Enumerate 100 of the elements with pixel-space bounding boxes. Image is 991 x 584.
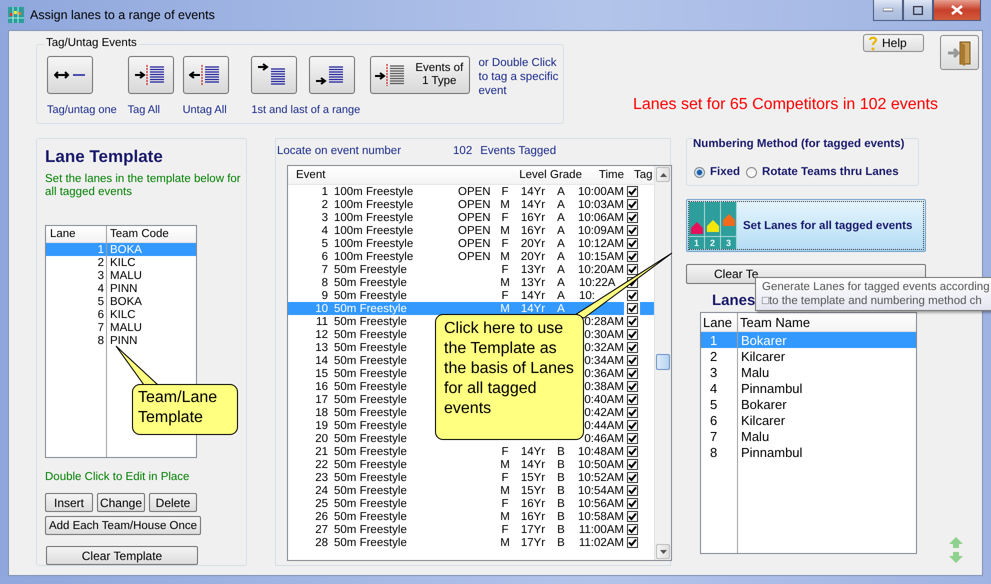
template-row[interactable]: 7 MALU [46, 321, 196, 334]
tag-tool-button[interactable]: Events of 1 Type [370, 56, 470, 94]
lane-number: 1 [689, 236, 704, 249]
group-title: Numbering Method (for tagged events) [693, 138, 904, 150]
tool-caption: Untag All [182, 104, 227, 116]
event-row[interactable]: 5 100m Freestyle OPEN F 20Yr A 10:12AM [288, 237, 655, 250]
template-button[interactable]: Insert [45, 493, 93, 512]
tag-checkbox[interactable] [626, 368, 638, 379]
template-row[interactable]: 6 KILC [46, 308, 196, 321]
tag-checkbox[interactable] [626, 186, 638, 197]
tag-checkbox[interactable] [626, 316, 638, 327]
lane-row[interactable]: 5 Bokarer [701, 396, 916, 412]
scroll-thumb[interactable] [656, 354, 670, 370]
event-row[interactable]: 23 50m Freestyle F 15Yr B 10:52AM [288, 471, 655, 484]
tag-checkbox[interactable] [626, 459, 638, 470]
maximize-icon [913, 6, 923, 14]
close-button[interactable] [933, 0, 981, 21]
template-row[interactable]: 2 KILC [46, 256, 196, 269]
tag-checkbox[interactable] [626, 381, 638, 392]
tag-checkbox[interactable] [626, 407, 638, 418]
tag-checkbox[interactable] [626, 251, 638, 262]
event-row[interactable]: 6 100m Freestyle OPEN M 20Yr A 10:15AM [288, 250, 655, 263]
help-button[interactable]: Help [863, 34, 924, 52]
house-icon [722, 214, 734, 226]
clear-template-button[interactable]: Clear Template [46, 546, 198, 565]
tag-checkbox[interactable] [626, 290, 638, 301]
lane-row[interactable]: 8 Pinnambul [701, 444, 916, 460]
template-button[interactable]: Delete [149, 493, 197, 512]
event-row[interactable]: 22 50m Freestyle M 14Yr B 10:50AM [288, 458, 655, 471]
tag-checkbox[interactable] [626, 199, 638, 210]
tag-checkbox[interactable] [626, 446, 638, 457]
template-row[interactable]: 8 PINN [46, 334, 196, 347]
scrollbar[interactable] [654, 166, 671, 560]
tag-tool-button[interactable] [309, 56, 356, 94]
column-header: Level [518, 169, 548, 181]
event-row[interactable]: 1 100m Freestyle OPEN F 14Yr A 10:00AM [288, 185, 655, 198]
locate-label: Locate on event number [277, 145, 402, 159]
tagged-count: 102 [453, 145, 472, 159]
exit-door-icon [946, 40, 974, 66]
event-row[interactable]: 27 50m Freestyle F 17Yr B 11:00AM [288, 523, 655, 536]
tag-tool-button[interactable] [251, 56, 298, 94]
tag-checkbox[interactable] [626, 212, 638, 223]
tag-checkbox[interactable] [626, 225, 638, 236]
radio-icon[interactable] [746, 166, 758, 178]
template-row[interactable]: 3 MALU [46, 269, 196, 282]
lane-row[interactable]: 3 Malu [701, 364, 916, 380]
tag-checkbox[interactable] [626, 511, 638, 522]
tag-checkbox[interactable] [626, 329, 638, 340]
template-instructions: Set the lanes in the template below for all tagged events [45, 173, 242, 199]
lane-row[interactable]: 2 Kilcarer [701, 348, 916, 364]
radio-icon[interactable] [694, 166, 705, 178]
numbering-option[interactable]: Rotate Teams thru Lanes [746, 159, 899, 185]
tag-tool-button[interactable] [128, 56, 174, 94]
event-row[interactable]: 28 50m Freestyle M 17Yr B 11:02AM [288, 536, 655, 549]
tag-checkbox[interactable] [626, 537, 638, 548]
lane-row[interactable]: 4 Pinnambul [701, 380, 916, 396]
tag-checkbox[interactable] [626, 238, 638, 249]
tag-checkbox[interactable] [626, 524, 638, 535]
tag-checkbox[interactable] [626, 420, 638, 431]
event-row[interactable]: 2 100m Freestyle OPEN M 14Yr A 10:03AM [288, 198, 655, 211]
tag-checkbox[interactable] [626, 342, 638, 353]
event-row[interactable]: 26 50m Freestyle M 16Yr B 10:58AM [288, 510, 655, 523]
event-row[interactable]: 24 50m Freestyle M 15Yr B 10:54AM [288, 484, 655, 497]
house-icon [706, 220, 718, 232]
exit-button[interactable] [940, 35, 979, 70]
event-row[interactable]: 4 100m Freestyle OPEN M 16Yr A 10:09AM [288, 224, 655, 237]
tag-checkbox[interactable] [626, 433, 638, 444]
event-row[interactable]: 21 50m Freestyle F 14Yr B 10:48AM [288, 445, 655, 458]
event-row[interactable]: 9 50m Freestyle F 14Yr A 10: [288, 289, 655, 302]
tool-caption: 1st and last of a range [251, 104, 360, 116]
tag-checkbox[interactable] [626, 485, 638, 496]
edit-hint: Double Click to Edit in Place [45, 471, 190, 484]
double-arrow-icon [54, 70, 86, 80]
tag-checkbox[interactable] [626, 394, 638, 405]
event-row[interactable]: 3 100m Freestyle OPEN F 16Yr A 10:06AM [288, 211, 655, 224]
tag-checkbox[interactable] [626, 472, 638, 483]
tool-caption: Tag All [128, 104, 160, 116]
template-button[interactable]: Change [97, 493, 145, 512]
minimize-button[interactable] [873, 0, 903, 21]
column-header: Lane [49, 228, 77, 240]
event-row[interactable]: 7 50m Freestyle F 13Yr A 10:20AM [288, 263, 655, 276]
tag-tool-button[interactable] [47, 56, 93, 94]
maximize-button[interactable] [903, 0, 933, 21]
template-row[interactable]: 4 PINN [46, 282, 196, 295]
tag-checkbox[interactable] [626, 355, 638, 366]
lane-number: 2 [705, 236, 720, 249]
lane-row[interactable]: 7 Malu [701, 428, 916, 444]
numbering-option[interactable]: Fixed [694, 159, 740, 185]
tag-checkbox[interactable] [626, 264, 638, 275]
event-row[interactable]: 25 50m Freestyle F 16Yr B 10:56AM [288, 497, 655, 510]
lane-row[interactable]: 6 Kilcarer [701, 412, 916, 428]
set-lanes-button[interactable]: 1 2 3 Set Lanes for all tagged events [686, 199, 926, 252]
tag-tool-button[interactable] [182, 56, 229, 94]
tag-checkbox[interactable] [626, 498, 638, 509]
tag-hint: or Double Click to tag a specific event [478, 56, 560, 99]
tag-checkbox[interactable] [626, 303, 638, 314]
template-row[interactable]: 5 BOKA [46, 295, 196, 308]
status-message: Lanes set for 65 Competitors in 102 events [632, 96, 938, 114]
add-teams-button[interactable]: Add Each Team/House Once [45, 516, 201, 535]
window-title: Assign lanes to a range of events [30, 8, 215, 22]
